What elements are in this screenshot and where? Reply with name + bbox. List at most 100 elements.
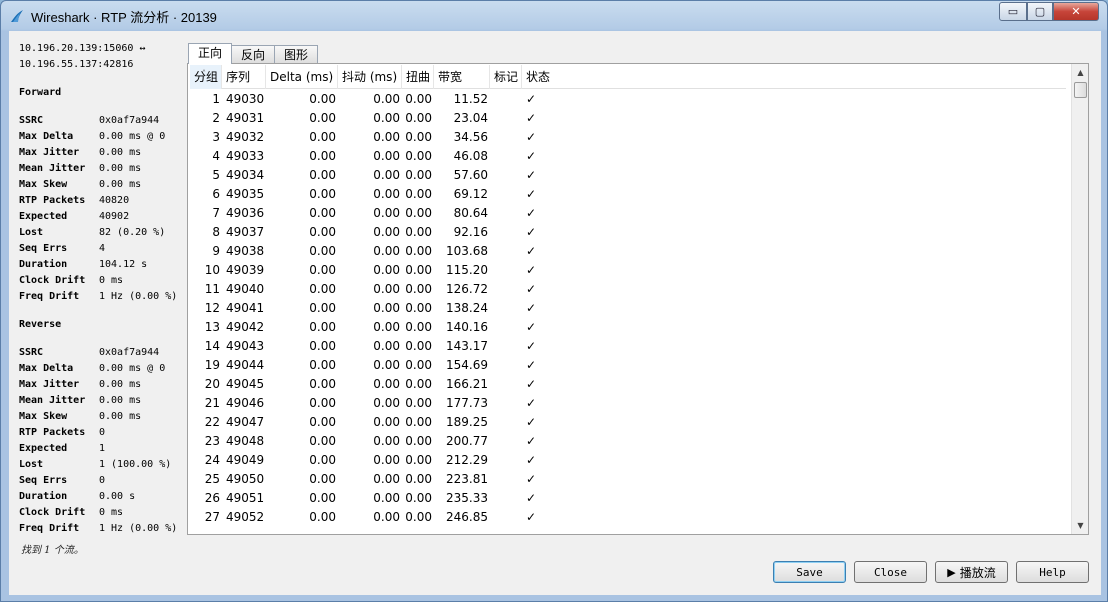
table-row[interactable]: 9 49038 0.00 0.00 0.00 103.68 ✓ <box>190 242 1066 261</box>
table-row[interactable]: 21 49046 0.00 0.00 0.00 177.73 ✓ <box>190 394 1066 413</box>
sequence-cell: 49052 <box>226 510 265 524</box>
bandwidth-cell: 200.77 <box>446 434 488 448</box>
bandwidth-cell: 246.85 <box>446 510 488 524</box>
table-row[interactable]: 26 49051 0.00 0.00 0.00 235.33 ✓ <box>190 489 1066 508</box>
stat-value: 0.00 ms <box>99 163 142 174</box>
table-row[interactable]: 7 49036 0.00 0.00 0.00 80.64 ✓ <box>190 204 1066 223</box>
skew-cell: 0.00 <box>405 396 432 410</box>
tab-reverse[interactable]: 反向 <box>231 45 276 64</box>
table-row[interactable]: 10 49039 0.00 0.00 0.00 115.20 ✓ <box>190 261 1066 280</box>
tab-forward[interactable]: 正向 <box>188 43 233 64</box>
title-bar[interactable]: Wireshark · RTP 流分析 · 20139 ▭ ▢ ✕ <box>1 1 1107 31</box>
table-row[interactable]: 12 49041 0.00 0.00 0.00 138.24 ✓ <box>190 299 1066 318</box>
marker-cell <box>490 470 522 489</box>
column-header-bandwidth[interactable]: 带宽 <box>434 65 490 89</box>
jitter-cell: 0.00 <box>373 377 400 391</box>
stat-value: 0 <box>99 475 106 486</box>
table-row[interactable]: 8 49037 0.00 0.00 0.00 92.16 ✓ <box>190 223 1066 242</box>
sequence-cell: 49044 <box>226 358 265 372</box>
stat-key: RTP Packets <box>19 427 86 438</box>
column-header-marker[interactable]: 标记 <box>490 65 522 89</box>
jitter-cell: 0.00 <box>373 206 400 220</box>
column-header-status[interactable]: 状态 <box>522 65 562 89</box>
close-icon: ✕ <box>1071 5 1081 18</box>
table-row[interactable]: 22 49047 0.00 0.00 0.00 189.25 ✓ <box>190 413 1066 432</box>
table-row[interactable]: 24 49049 0.00 0.00 0.00 212.29 ✓ <box>190 451 1066 470</box>
stat-row: Max Delta 0.00 ms @ 0 <box>19 129 187 145</box>
column-header-delta[interactable]: Delta (ms) <box>266 65 338 89</box>
status-cell: ✓ <box>526 187 537 201</box>
status-cell: ✓ <box>526 377 537 391</box>
stat-key: Lost <box>19 227 44 238</box>
maximize-icon: ▢ <box>1034 5 1046 18</box>
table-row[interactable]: 19 49044 0.00 0.00 0.00 154.69 ✓ <box>190 356 1066 375</box>
stat-value: 0x0af7a944 <box>99 347 160 358</box>
packet-cell: 26 <box>204 491 220 505</box>
save-button[interactable]: Save <box>773 561 846 583</box>
jitter-cell: 0.00 <box>373 510 400 524</box>
table-row[interactable]: 6 49035 0.00 0.00 0.00 69.12 ✓ <box>190 185 1066 204</box>
jitter-cell: 0.00 <box>373 92 400 106</box>
marker-cell <box>490 394 522 413</box>
table-row[interactable]: 13 49042 0.00 0.00 0.00 140.16 ✓ <box>190 318 1066 337</box>
table-row[interactable]: 3 49032 0.00 0.00 0.00 34.56 ✓ <box>190 128 1066 147</box>
stat-row: Lost 1 (100.00 %) <box>19 457 187 473</box>
table-row[interactable]: 23 49048 0.00 0.00 0.00 200.77 ✓ <box>190 432 1066 451</box>
close-window-button[interactable]: ✕ <box>1053 2 1099 21</box>
stat-row: Max Jitter 0.00 ms <box>19 377 187 393</box>
packet-cell: 6 <box>212 187 220 201</box>
vertical-scrollbar[interactable]: ▲ ▼ <box>1071 64 1088 534</box>
help-button[interactable]: Help <box>1016 561 1089 583</box>
skew-cell: 0.00 <box>405 358 432 372</box>
jitter-cell: 0.00 <box>373 149 400 163</box>
sequence-cell: 49047 <box>226 415 265 429</box>
scroll-down-arrow-icon[interactable]: ▼ <box>1072 517 1088 534</box>
stat-key: SSRC <box>19 347 44 358</box>
bandwidth-cell: 11.52 <box>453 92 488 106</box>
jitter-cell: 0.00 <box>373 358 400 372</box>
table-row[interactable]: 27 49052 0.00 0.00 0.00 246.85 ✓ <box>190 508 1066 527</box>
column-header-packet[interactable]: ˄ 分组 <box>190 65 222 89</box>
status-cell: ✓ <box>526 225 537 239</box>
tab-graph[interactable]: 图形 <box>274 45 319 64</box>
bandwidth-cell: 126.72 <box>446 282 488 296</box>
packet-cell: 2 <box>212 111 220 125</box>
status-cell: ✓ <box>526 339 537 353</box>
stat-value: 40902 <box>99 211 130 222</box>
table-row[interactable]: 5 49034 0.00 0.00 0.00 57.60 ✓ <box>190 166 1066 185</box>
jitter-cell: 0.00 <box>373 111 400 125</box>
marker-cell <box>490 356 522 375</box>
column-header-sequence[interactable]: 序列 <box>222 65 266 89</box>
skew-cell: 0.00 <box>405 434 432 448</box>
marker-cell <box>490 223 522 242</box>
stat-row: SSRC 0x0af7a944 <box>19 345 187 361</box>
bandwidth-cell: 212.29 <box>446 453 488 467</box>
packet-cell: 13 <box>204 320 220 334</box>
sequence-cell: 49035 <box>226 187 265 201</box>
skew-cell: 0.00 <box>405 263 432 277</box>
minimize-button[interactable]: ▭ <box>999 2 1027 21</box>
packet-cell: 4 <box>212 149 220 163</box>
column-header-jitter[interactable]: 抖动 (ms) <box>338 65 402 89</box>
stream-address-line2: 10.196.55.137:42816 <box>19 59 134 70</box>
close-button[interactable]: Close <box>854 561 927 583</box>
maximize-button[interactable]: ▢ <box>1027 2 1053 21</box>
table-row[interactable]: 11 49040 0.00 0.00 0.00 126.72 ✓ <box>190 280 1066 299</box>
scroll-up-arrow-icon[interactable]: ▲ <box>1072 64 1088 81</box>
skew-cell: 0.00 <box>405 111 432 125</box>
table-row[interactable]: 14 49043 0.00 0.00 0.00 143.17 ✓ <box>190 337 1066 356</box>
table-row[interactable]: 4 49033 0.00 0.00 0.00 46.08 ✓ <box>190 147 1066 166</box>
table-row[interactable]: 1 49030 0.00 0.00 0.00 11.52 ✓ <box>190 90 1066 109</box>
scrollbar-thumb[interactable] <box>1074 82 1087 98</box>
skew-cell: 0.00 <box>405 453 432 467</box>
play-streams-button[interactable]: ▶ 播放流 <box>935 561 1008 583</box>
column-header-skew[interactable]: 扭曲 <box>402 65 434 89</box>
delta-cell: 0.00 <box>309 111 336 125</box>
table-row[interactable]: 25 49050 0.00 0.00 0.00 223.81 ✓ <box>190 470 1066 489</box>
status-cell: ✓ <box>526 320 537 334</box>
table-row[interactable]: 20 49045 0.00 0.00 0.00 166.21 ✓ <box>190 375 1066 394</box>
status-cell: ✓ <box>526 244 537 258</box>
skew-cell: 0.00 <box>405 92 432 106</box>
stat-row: Expected 1 <box>19 441 187 457</box>
table-row[interactable]: 2 49031 0.00 0.00 0.00 23.04 ✓ <box>190 109 1066 128</box>
